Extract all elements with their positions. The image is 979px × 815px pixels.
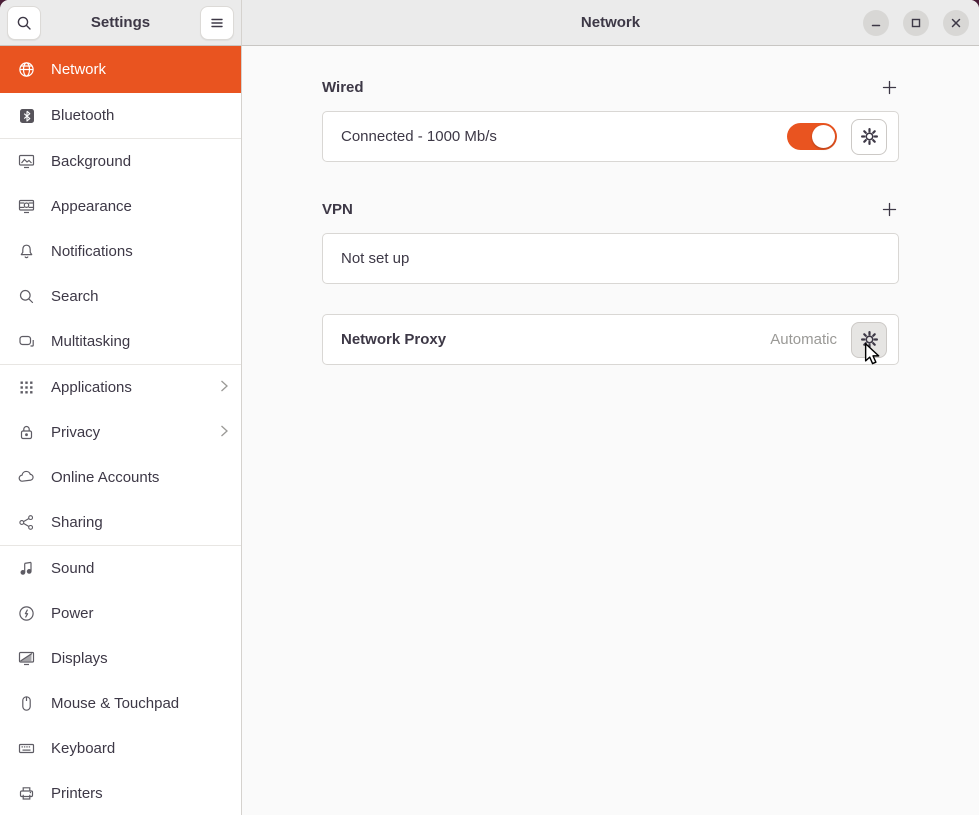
hamburger-menu-icon [209, 14, 226, 31]
sidebar-item-label: Applications [51, 379, 203, 396]
sidebar-item-label: Privacy [51, 424, 203, 441]
sidebar-item-label: Bluetooth [51, 107, 229, 124]
sidebar-title: Settings [91, 14, 150, 31]
search-icon [18, 288, 35, 305]
sidebar-item-mouse-touchpad[interactable]: Mouse & Touchpad [0, 681, 241, 726]
cloud-icon [18, 469, 35, 486]
printer-icon [18, 785, 35, 802]
sidebar-item-appearance[interactable]: Appearance [0, 184, 241, 229]
add-wired-connection-button[interactable] [875, 73, 903, 101]
chevron-right-icon [219, 424, 229, 442]
sidebar-item-label: Background [51, 153, 229, 170]
keyboard-icon [18, 740, 35, 757]
primary-menu-button[interactable] [200, 6, 234, 40]
minimize-icon [870, 17, 882, 29]
minimize-button[interactable] [863, 10, 889, 36]
vpn-status-text: Not set up [341, 250, 887, 267]
toggle-knob [812, 125, 835, 148]
sidebar-item-background[interactable]: Background [0, 139, 241, 184]
sidebar-item-network[interactable]: Network [0, 46, 241, 93]
sidebar-item-privacy[interactable]: Privacy [0, 410, 241, 455]
chevron-right-icon [219, 379, 229, 397]
proxy-title: Network Proxy [341, 331, 770, 348]
mouse-icon [18, 695, 35, 712]
sidebar-item-online-accounts[interactable]: Online Accounts [0, 455, 241, 500]
globe-icon [18, 61, 35, 78]
windows-icon [18, 333, 35, 350]
sidebar-item-keyboard[interactable]: Keyboard [0, 726, 241, 771]
search-icon [16, 14, 33, 31]
sidebar-item-label: Appearance [51, 198, 229, 215]
network-proxy-row[interactable]: Network Proxy Automatic [322, 314, 899, 365]
main-headerbar: Network [242, 0, 979, 46]
vpn-section: VPN Not set up [322, 199, 899, 284]
share-icon [18, 514, 35, 531]
wired-settings-button[interactable] [851, 119, 887, 155]
add-vpn-button[interactable] [875, 195, 903, 223]
close-button[interactable] [943, 10, 969, 36]
wired-toggle-switch[interactable] [787, 123, 837, 150]
sidebar-item-bluetooth[interactable]: Bluetooth [0, 93, 241, 138]
close-icon [950, 17, 962, 29]
wired-section-header: Wired [322, 77, 899, 97]
sidebar-item-label: Search [51, 288, 229, 305]
search-button[interactable] [7, 6, 41, 40]
wired-connection-row[interactable]: Connected - 1000 Mb/s [322, 111, 899, 162]
display-icon [18, 650, 35, 667]
sidebar-item-label: Keyboard [51, 740, 229, 757]
settings-sidebar: Network Bluetooth Background Appearance [0, 46, 242, 815]
app-grid-icon [18, 379, 35, 396]
plus-icon [881, 79, 898, 96]
appearance-icon [18, 198, 35, 215]
sidebar-item-label: Notifications [51, 243, 229, 260]
maximize-icon [910, 17, 922, 29]
sidebar-item-power[interactable]: Power [0, 591, 241, 636]
proxy-settings-button[interactable] [851, 322, 887, 358]
wired-status-text: Connected - 1000 Mb/s [341, 128, 787, 145]
sidebar-headerbar: Settings [0, 0, 242, 46]
vpn-heading: VPN [322, 201, 353, 218]
maximize-button[interactable] [903, 10, 929, 36]
wired-heading: Wired [322, 79, 364, 96]
vpn-row[interactable]: Not set up [322, 233, 899, 284]
sidebar-item-label: Displays [51, 650, 229, 667]
sidebar-item-label: Multitasking [51, 333, 229, 350]
music-note-icon [18, 560, 35, 577]
proxy-value: Automatic [770, 331, 837, 348]
bell-icon [18, 243, 35, 260]
settings-window: Settings Network Network [0, 0, 979, 815]
sidebar-item-label: Sharing [51, 514, 229, 531]
window-controls [863, 0, 969, 45]
gear-icon [860, 127, 879, 146]
network-panel: Wired Connected - 1000 Mb/s VPN N [242, 46, 979, 815]
background-icon [18, 153, 35, 170]
sidebar-item-applications[interactable]: Applications [0, 365, 241, 410]
sidebar-item-label: Network [51, 61, 229, 78]
sidebar-item-label: Mouse & Touchpad [51, 695, 229, 712]
sidebar-item-label: Power [51, 605, 229, 622]
sidebar-item-sharing[interactable]: Sharing [0, 500, 241, 545]
sidebar-item-printers[interactable]: Printers [0, 771, 241, 815]
sidebar-item-multitasking[interactable]: Multitasking [0, 319, 241, 364]
lock-icon [18, 424, 35, 441]
sidebar-item-sound[interactable]: Sound [0, 546, 241, 591]
sidebar-item-label: Online Accounts [51, 469, 229, 486]
gear-icon [860, 330, 879, 349]
sidebar-item-notifications[interactable]: Notifications [0, 229, 241, 274]
power-icon [18, 605, 35, 622]
page-title: Network [581, 14, 640, 31]
sidebar-item-label: Printers [51, 785, 229, 802]
bluetooth-icon [18, 107, 35, 124]
sidebar-item-label: Sound [51, 560, 229, 577]
sidebar-item-displays[interactable]: Displays [0, 636, 241, 681]
vpn-section-header: VPN [322, 199, 899, 219]
sidebar-item-search[interactable]: Search [0, 274, 241, 319]
plus-icon [881, 201, 898, 218]
